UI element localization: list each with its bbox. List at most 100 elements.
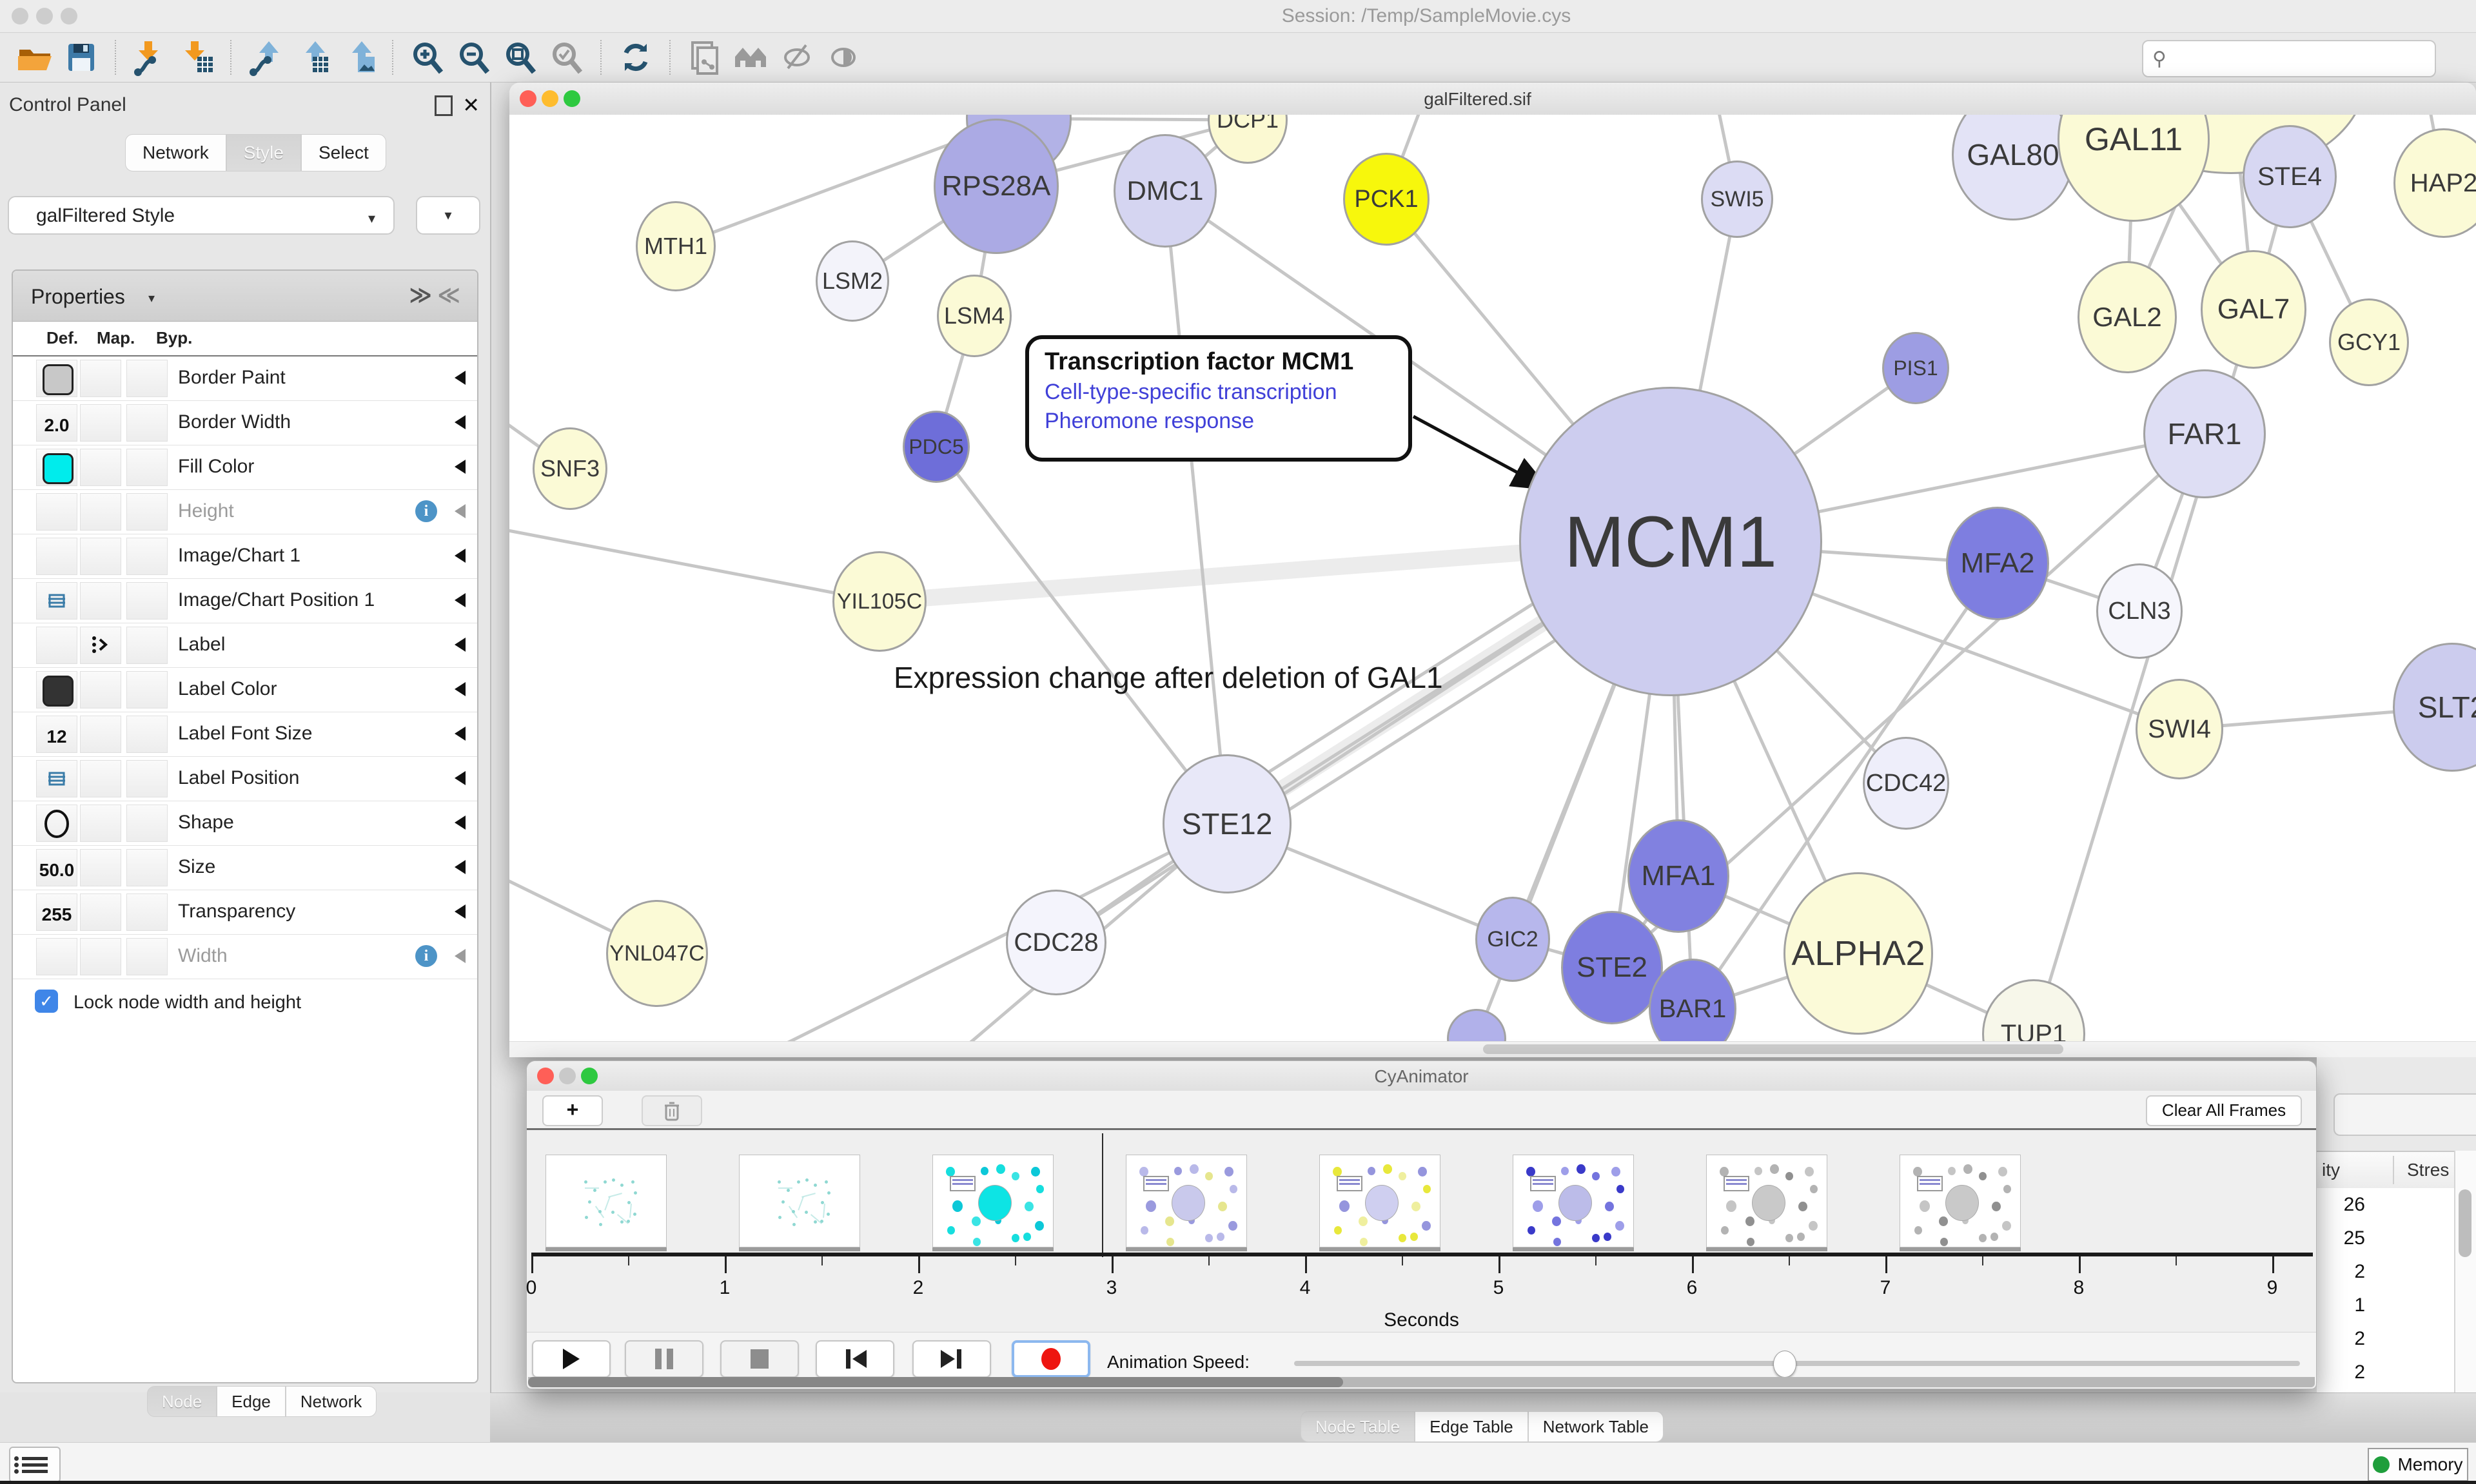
property-cell[interactable] — [126, 760, 168, 797]
save-session-icon[interactable] — [63, 39, 100, 76]
network-node-dmc1[interactable]: DMC1 — [1114, 134, 1217, 248]
close-panel-icon[interactable]: ✕ — [462, 93, 480, 117]
property-cell[interactable] — [36, 449, 77, 486]
property-cell[interactable] — [126, 938, 168, 975]
timeline-frame-4[interactable] — [1319, 1155, 1440, 1247]
scrollbar-thumb[interactable] — [1483, 1044, 2063, 1054]
tab-style[interactable]: Style — [226, 134, 301, 171]
maximize-window-icon[interactable] — [581, 1068, 598, 1084]
property-row-border-paint[interactable]: Border Paint — [13, 356, 477, 401]
network-node-mfa1[interactable]: MFA1 — [1627, 819, 1729, 933]
scrollbar-thumb[interactable] — [528, 1377, 1343, 1387]
property-cell[interactable] — [80, 671, 121, 708]
property-cell[interactable] — [126, 893, 168, 931]
property-cell[interactable] — [36, 360, 77, 397]
zoom-in-icon[interactable] — [409, 39, 446, 76]
network-node-pck1[interactable]: PCK1 — [1343, 153, 1430, 246]
network-snapshot-icon[interactable] — [686, 39, 723, 76]
slider-thumb[interactable] — [1773, 1351, 1796, 1378]
open-session-icon[interactable] — [16, 39, 54, 76]
task-history-button[interactable] — [9, 1447, 61, 1483]
minimize-window-icon[interactable] — [36, 8, 53, 24]
property-row-size[interactable]: 50.0Size — [13, 846, 477, 890]
expand-row-icon[interactable] — [455, 904, 466, 919]
expand-row-icon[interactable] — [455, 727, 466, 741]
search-input[interactable] — [2173, 48, 2428, 70]
property-cell[interactable] — [80, 360, 121, 397]
timeline-scrollbar[interactable] — [528, 1377, 2315, 1387]
property-cell[interactable] — [126, 404, 168, 442]
tab-network-table[interactable]: Network Table — [1528, 1411, 1664, 1442]
expand-row-icon[interactable] — [455, 593, 466, 607]
timeline-playhead[interactable] — [1102, 1133, 1103, 1257]
network-node-gic2[interactable]: GIC2 — [1475, 897, 1550, 982]
zoom-fit-icon[interactable] — [502, 39, 539, 76]
search-field[interactable]: ⚲ — [2142, 40, 2436, 77]
table-vertical-scrollbar[interactable] — [2454, 1151, 2476, 1392]
property-cell[interactable] — [36, 760, 77, 797]
stop-button[interactable] — [720, 1340, 799, 1378]
network-node-pis1[interactable]: PIS1 — [1882, 332, 1949, 404]
timeline-frame-1[interactable] — [739, 1155, 860, 1247]
property-cell[interactable] — [36, 627, 77, 664]
property-cell[interactable]: 50.0 — [36, 849, 77, 886]
cyanimator-timeline[interactable]: 0123456789 Seconds — [527, 1130, 2316, 1332]
network-node-alpha2[interactable]: ALPHA2 — [1783, 872, 1933, 1035]
network-node-yil105c[interactable]: YIL105C — [832, 551, 927, 652]
export-table-icon[interactable] — [293, 39, 331, 76]
property-row-height[interactable]: Heighti — [13, 490, 477, 534]
style-selector[interactable]: galFiltered Style ▾ — [8, 196, 395, 235]
tab-network[interactable]: Network — [286, 1386, 377, 1417]
network-node-pdc5[interactable]: PDC5 — [903, 411, 970, 483]
collapse-all-icon[interactable]: ≪ — [437, 282, 460, 308]
property-row-label-position[interactable]: Label Position — [13, 757, 477, 801]
network-canvas[interactable]: DCP1RPS28ADMC1PCK1SWI5GAL80GAL11STE4HAP2… — [509, 115, 2476, 1057]
property-cell[interactable] — [80, 938, 121, 975]
show-details-icon[interactable] — [825, 39, 863, 76]
lock-size-checkbox[interactable]: ✓ — [35, 990, 58, 1013]
tab-edge-table[interactable]: Edge Table — [1415, 1411, 1528, 1442]
property-cell[interactable] — [36, 805, 77, 842]
property-cell[interactable] — [80, 805, 121, 842]
minimize-window-icon[interactable] — [559, 1068, 576, 1084]
expand-row-icon[interactable] — [455, 415, 466, 429]
network-node-swi4[interactable]: SWI4 — [2136, 679, 2223, 779]
skip-end-button[interactable] — [912, 1340, 991, 1378]
animation-speed-slider[interactable] — [1294, 1361, 2300, 1366]
property-cell[interactable] — [36, 538, 77, 575]
network-node-cln3[interactable]: CLN3 — [2096, 563, 2183, 659]
network-node-far1[interactable]: FAR1 — [2143, 369, 2266, 498]
property-cell[interactable] — [126, 582, 168, 620]
property-cell[interactable] — [36, 582, 77, 620]
network-node-ynl047c[interactable]: YNL047C — [606, 900, 708, 1007]
expand-row-icon[interactable] — [455, 860, 466, 874]
property-cell[interactable] — [80, 538, 121, 575]
timeline-frame-6[interactable] — [1706, 1155, 1827, 1247]
property-row-shape[interactable]: Shape — [13, 801, 477, 846]
network-node-gal2[interactable]: GAL2 — [2078, 261, 2177, 373]
tab-edge[interactable]: Edge — [217, 1386, 286, 1417]
property-cell[interactable] — [80, 893, 121, 931]
property-cell[interactable] — [126, 671, 168, 708]
close-window-icon[interactable] — [520, 90, 536, 107]
expand-row-icon[interactable] — [455, 771, 466, 785]
property-cell[interactable]: 2.0 — [36, 404, 77, 442]
cyanimator-titlebar[interactable]: CyAnimator — [527, 1061, 2316, 1091]
property-cell[interactable] — [80, 716, 121, 753]
table-row[interactable]: 2 — [2317, 1389, 2455, 1392]
expand-all-icon[interactable]: ≫ — [409, 282, 432, 308]
export-network-icon[interactable] — [247, 39, 284, 76]
tab-network[interactable]: Network — [125, 134, 226, 171]
property-cell[interactable] — [126, 538, 168, 575]
property-row-image-chart-1[interactable]: Image/Chart 1 — [13, 534, 477, 579]
property-cell[interactable] — [126, 805, 168, 842]
property-row-fill-color[interactable]: Fill Color — [13, 445, 477, 490]
annotation-link[interactable]: Cell-type-specific transcription — [1045, 380, 1393, 405]
table-column-ity[interactable]: ity — [2322, 1160, 2340, 1180]
property-cell[interactable]: 12 — [36, 716, 77, 753]
column-divider[interactable] — [2393, 1156, 2394, 1184]
expand-row-icon[interactable] — [455, 549, 466, 563]
property-cell[interactable] — [80, 760, 121, 797]
property-cell[interactable] — [126, 449, 168, 486]
property-cell[interactable] — [36, 671, 77, 708]
